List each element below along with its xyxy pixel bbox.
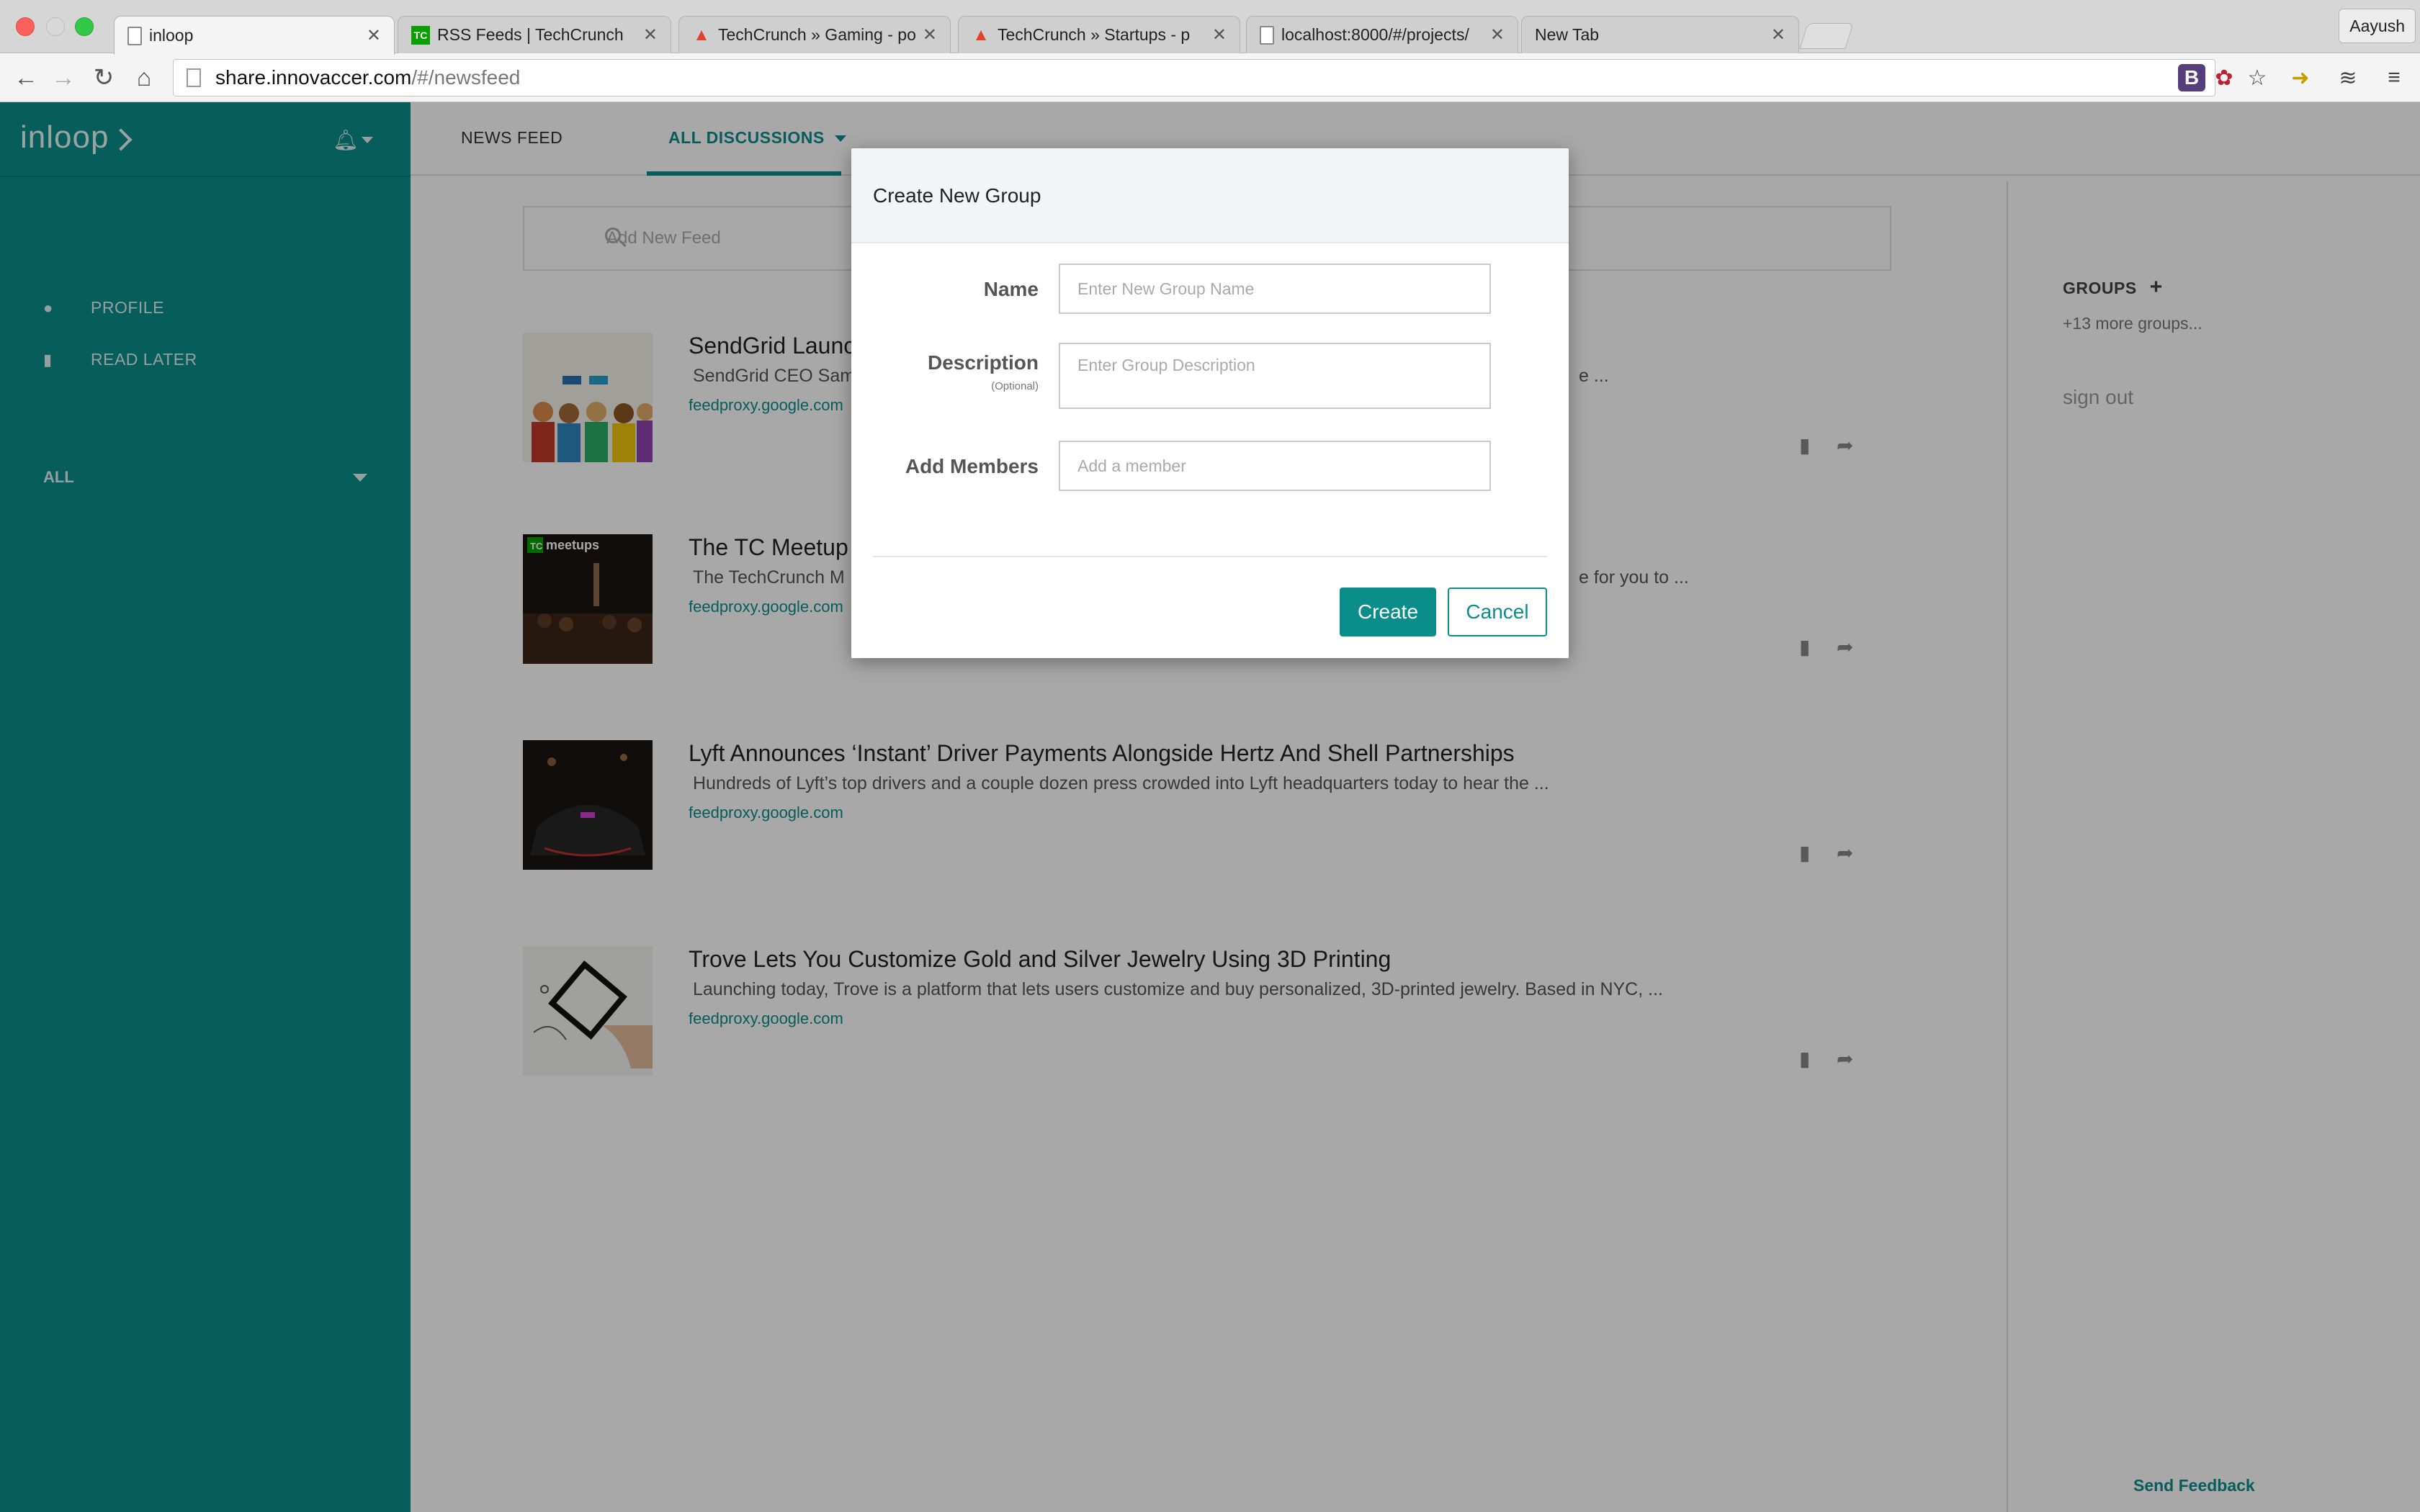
tab-title: localhost:8000/#/projects/ <box>1281 25 1469 44</box>
cancel-button[interactable]: Cancel <box>1448 588 1547 636</box>
new-tab-button[interactable] <box>1799 23 1854 49</box>
browser-tab-new-tab[interactable]: New Tab ✕ <box>1521 16 1799 53</box>
create-group-dialog: Create New Group Name Description (Optio… <box>851 148 1569 658</box>
bookmark-star-icon[interactable]: ☆ <box>2241 62 2273 94</box>
add-member-input[interactable] <box>1059 441 1491 491</box>
description-label: Description <box>927 351 1039 374</box>
url-path: /#/newsfeed <box>411 66 521 89</box>
window-zoom-button[interactable] <box>75 17 94 36</box>
reload-icon[interactable]: ↻ <box>89 63 118 92</box>
description-optional-hint: (Optional) <box>991 380 1039 392</box>
create-button[interactable]: Create <box>1340 588 1436 636</box>
tab-close-icon[interactable]: ✕ <box>1212 24 1227 45</box>
tab-strip: inloop ✕ TC RSS Feeds | TechCrunch ✕ ▲ T… <box>0 0 2420 55</box>
browser-chrome: inloop ✕ TC RSS Feeds | TechCrunch ✕ ▲ T… <box>0 0 2420 102</box>
browser-tab-localhost[interactable]: localhost:8000/#/projects/ ✕ <box>1246 16 1518 53</box>
window-minimize-button[interactable] <box>46 17 65 36</box>
tab-title: New Tab <box>1535 25 1600 44</box>
browser-toolbar: ← → ↻ ⌂ share.innovaccer.com/#/newsfeed … <box>0 53 2420 102</box>
page-icon <box>187 68 201 87</box>
tab-close-icon[interactable]: ✕ <box>1490 24 1505 45</box>
menu-icon[interactable]: ≡ <box>2378 62 2410 94</box>
back-arrow-icon[interactable]: ← <box>12 63 40 92</box>
home-icon[interactable]: ⌂ <box>130 63 158 92</box>
browser-tab-inloop[interactable]: inloop ✕ <box>114 16 395 55</box>
extension-icon[interactable]: ✿ <box>2208 62 2240 94</box>
window-close-button[interactable] <box>16 17 35 36</box>
extension-arrow-icon[interactable]: ➜ <box>2285 62 2316 94</box>
tab-title: TechCrunch » Startups - p <box>998 25 1191 44</box>
divider <box>873 556 1547 557</box>
tab-close-icon[interactable]: ✕ <box>923 24 937 45</box>
group-name-input[interactable] <box>1059 264 1491 314</box>
name-label: Name <box>983 278 1039 300</box>
bootstrap-extension-icon[interactable]: B <box>2178 64 2205 91</box>
browser-tab-rss-feeds[interactable]: TC RSS Feeds | TechCrunch ✕ <box>398 16 671 53</box>
profile-button[interactable]: Aayush <box>2339 9 2416 43</box>
techcrunch-icon: TC <box>411 25 430 45</box>
browser-tab-startups[interactable]: ▲ TechCrunch » Startups - p ✕ <box>958 16 1240 53</box>
tab-title: TechCrunch » Gaming - po <box>718 25 916 44</box>
tab-close-icon[interactable]: ✕ <box>643 24 658 45</box>
page-icon <box>1260 25 1274 45</box>
url-host: share.innovaccer.com <box>215 66 412 89</box>
feed-flame-icon: ▲ <box>972 24 990 45</box>
dialog-title: Create New Group <box>873 184 1041 207</box>
add-members-label: Add Members <box>905 455 1039 477</box>
description-label-wrap: Description (Optional) <box>851 351 1039 392</box>
forward-arrow-icon[interactable]: → <box>49 63 78 92</box>
tab-title: RSS Feeds | TechCrunch <box>437 25 624 44</box>
dialog-header: Create New Group <box>851 148 1569 243</box>
page-icon <box>127 26 142 45</box>
tab-close-icon[interactable]: ✕ <box>367 25 381 46</box>
tab-title: inloop <box>149 26 194 45</box>
tab-close-icon[interactable]: ✕ <box>1771 24 1785 45</box>
browser-tab-gaming[interactable]: ▲ TechCrunch » Gaming - po ✕ <box>678 16 951 53</box>
feed-flame-icon: ▲ <box>693 24 710 45</box>
extension-tree-icon[interactable]: ≋ <box>2332 62 2364 94</box>
address-bar[interactable]: share.innovaccer.com/#/newsfeed <box>173 59 2215 96</box>
group-description-input[interactable] <box>1059 343 1491 409</box>
